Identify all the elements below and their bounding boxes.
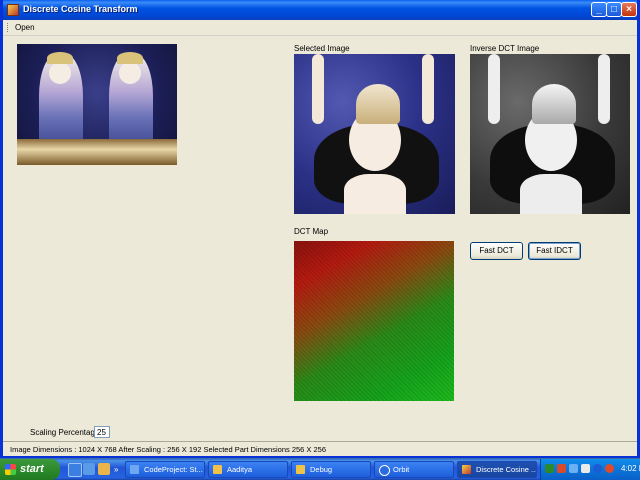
start-button[interactable]: start bbox=[0, 459, 60, 480]
folder-icon bbox=[296, 465, 305, 474]
task-label: CodeProject: St... bbox=[144, 465, 203, 474]
messenger-icon[interactable] bbox=[569, 464, 578, 473]
task-debug[interactable]: Debug bbox=[291, 461, 371, 478]
task-label: Debug bbox=[310, 465, 333, 474]
app-icon bbox=[462, 465, 471, 474]
selected-image-caption: Selected Image bbox=[294, 44, 350, 53]
app-icon bbox=[7, 4, 19, 16]
folder-icon bbox=[213, 465, 222, 474]
inverse-image-caption: Inverse DCT Image bbox=[470, 44, 540, 53]
task-label: Discrete Cosine ... bbox=[476, 465, 537, 474]
minimize-button[interactable]: _ bbox=[591, 2, 607, 17]
fast-idct-button[interactable]: Fast IDCT bbox=[528, 242, 581, 260]
task-orbit[interactable]: Orbit bbox=[374, 461, 454, 478]
explorer-quicklaunch-icon[interactable] bbox=[98, 463, 110, 475]
scaling-percentage-label: Scaling Percentage bbox=[30, 428, 100, 437]
quicklaunch-expand-icon[interactable]: » bbox=[114, 465, 118, 474]
task-codeproject[interactable]: CodeProject: St... bbox=[125, 461, 205, 478]
app-window: Discrete Cosine Transform _ □ × Open Sel… bbox=[0, 0, 640, 458]
orbit-icon bbox=[379, 465, 390, 476]
status-bar: Image Dimensions : 1024 X 768 After Scal… bbox=[3, 441, 637, 456]
task-discrete-cosine[interactable]: Discrete Cosine ... bbox=[457, 461, 537, 478]
scaling-percentage-input[interactable]: 25 bbox=[94, 426, 110, 438]
client-area: Selected Image Inverse DCT Image DCT Map… bbox=[10, 36, 630, 440]
inverse-dct-image bbox=[470, 54, 630, 214]
sync-icon[interactable] bbox=[581, 464, 590, 473]
selected-image bbox=[294, 54, 455, 214]
menu-grip-icon bbox=[7, 23, 10, 32]
task-label: Aaditya bbox=[227, 465, 253, 474]
clock: 4:02 PM bbox=[621, 464, 640, 473]
browser-icon bbox=[130, 465, 139, 474]
menu-bar: Open bbox=[3, 20, 637, 36]
download-icon[interactable] bbox=[593, 464, 602, 473]
status-text: Image Dimensions : 1024 X 768 After Scal… bbox=[10, 445, 327, 454]
title-bar[interactable]: Discrete Cosine Transform _ □ × bbox=[3, 0, 637, 20]
taskbar: start » CodeProject: St... Aaditya Debug… bbox=[0, 459, 640, 480]
browser-quicklaunch-icon[interactable] bbox=[83, 463, 95, 475]
windows-logo-icon bbox=[5, 464, 16, 475]
antivirus-icon[interactable] bbox=[605, 464, 614, 473]
system-tray: 4:02 PM bbox=[540, 459, 640, 480]
task-aaditya[interactable]: Aaditya bbox=[208, 461, 288, 478]
window-title: Discrete Cosine Transform bbox=[23, 4, 138, 14]
dct-map-caption: DCT Map bbox=[294, 227, 329, 236]
network-icon[interactable] bbox=[545, 464, 554, 473]
maximize-button[interactable]: □ bbox=[606, 2, 622, 17]
fast-dct-button[interactable]: Fast DCT bbox=[470, 242, 523, 260]
show-desktop-icon[interactable] bbox=[68, 463, 82, 477]
start-label: start bbox=[20, 463, 44, 475]
source-image[interactable] bbox=[17, 44, 177, 165]
dct-map-image bbox=[294, 241, 454, 401]
task-label: Orbit bbox=[393, 465, 410, 474]
close-button[interactable]: × bbox=[621, 2, 637, 17]
menu-item-open[interactable]: Open bbox=[15, 23, 35, 32]
security-icon[interactable] bbox=[557, 464, 566, 473]
